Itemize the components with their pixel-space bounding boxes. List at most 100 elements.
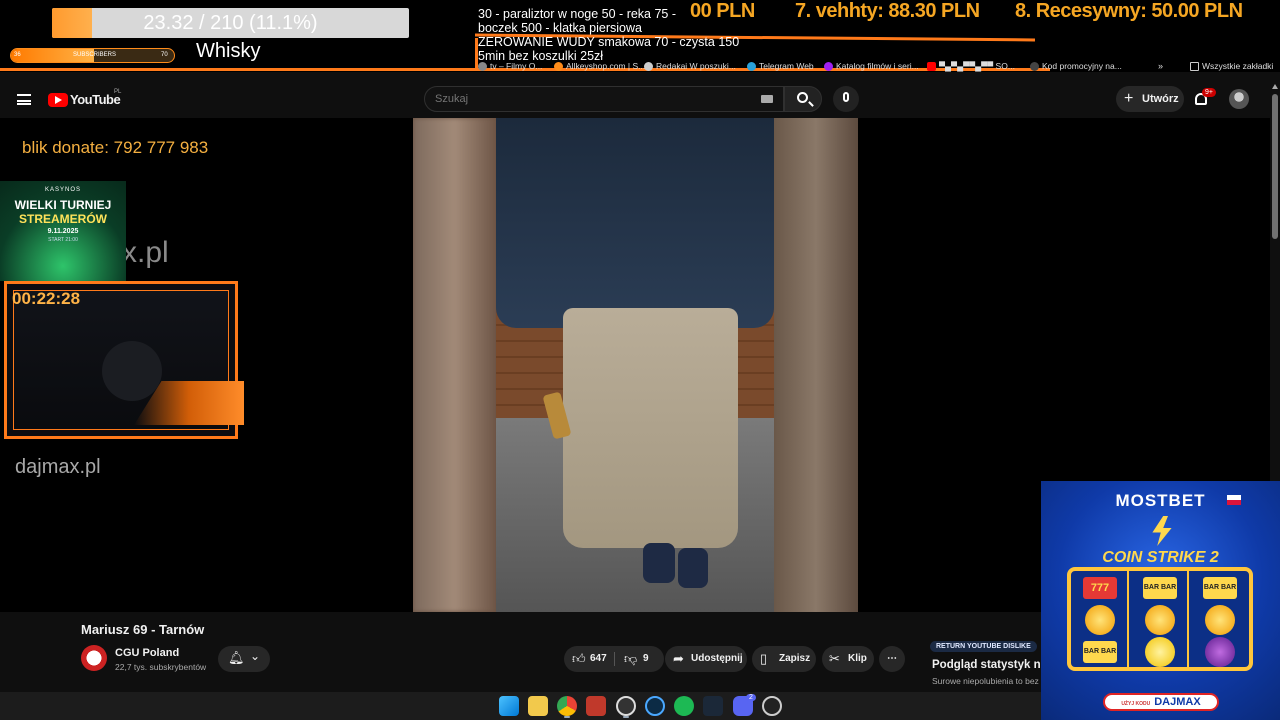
chrome-icon[interactable]: [557, 696, 577, 716]
thumbs-up-icon[interactable]: 👍︎: [572, 646, 586, 672]
save-button[interactable]: ▯ Zapisz: [752, 646, 816, 672]
reel-column: BAR BAR: [1131, 571, 1189, 667]
subscriber-goal-bar: 36 SUBSCRIBERS 70: [10, 48, 175, 63]
site-url-text: dajmax.pl: [15, 456, 101, 478]
voice-search-button[interactable]: [833, 86, 859, 112]
ad-brand: MOSTBET: [1115, 491, 1206, 510]
spotify-icon[interactable]: [674, 696, 694, 716]
film-icon: [478, 61, 487, 71]
like-count[interactable]: 647: [590, 646, 607, 672]
casino-headline-2: STREAMERÓW: [19, 212, 107, 226]
bookmark-item[interactable]: tv – Filmy O...: [478, 61, 542, 71]
bookmark-item[interactable]: Telegram Web: [747, 61, 814, 71]
clip-button[interactable]: ✂ Klip: [822, 646, 874, 672]
promo-icon: [1030, 61, 1039, 71]
video-scene-pants: [563, 308, 738, 548]
subscriber-goal-current: 36: [14, 52, 21, 58]
return-youtube-dislike-badge: RETURN YOUTUBE DISLIKE: [930, 641, 1037, 652]
channel-avatar[interactable]: [81, 645, 107, 671]
windows-taskbar: 2: [0, 692, 1041, 720]
plus-icon: +: [1124, 90, 1134, 107]
scrollbar-thumb[interactable]: [1272, 94, 1278, 239]
bookmark-item[interactable]: Allkeyshop.com | S...: [554, 61, 645, 71]
donor-ticker-item: 8. Recesywny: 50.00 PLN: [1015, 0, 1243, 22]
blik-donate-text: blik donate: 792 777 983: [22, 138, 209, 157]
file-explorer-icon[interactable]: [528, 696, 548, 716]
reel-symbol: 777: [1083, 577, 1117, 599]
bookmark-item[interactable]: ▀▄▀▄▀▀▄▀▀ SO...: [927, 61, 1015, 71]
share-button[interactable]: ➦ Udostępnij: [665, 646, 747, 672]
casino-time: START 21:00: [48, 237, 78, 243]
webcam-person: [102, 341, 162, 401]
casino-tournament-promo: KASYNOS WIELKI TURNIEJ STREAMERÓW 9.11.2…: [0, 181, 126, 281]
steam-icon[interactable]: [703, 696, 723, 716]
bell-icon: 🔔︎: [228, 650, 245, 665]
scroll-up-arrow-icon[interactable]: [1272, 84, 1278, 89]
bookmarks-overflow-chevron[interactable]: »: [1158, 61, 1163, 71]
subscriber-goal-label: SUBSCRIBERS: [73, 52, 117, 58]
search-input[interactable]: [435, 93, 735, 105]
webcam-feed: [13, 290, 244, 430]
keyboard-icon[interactable]: [761, 95, 773, 103]
more-icon: ⋯: [887, 653, 897, 664]
lightning-bolt-icon: [1152, 516, 1172, 546]
reel-column: BAR BAR: [1191, 571, 1249, 667]
microphone-icon: [843, 92, 849, 102]
reel-column: 777 BAR BAR: [1071, 571, 1129, 667]
video-player[interactable]: [413, 118, 858, 612]
subscriber-goal-target: 70: [161, 52, 168, 58]
hamburger-menu-icon[interactable]: [17, 94, 31, 105]
video-blur-fill: [413, 118, 496, 612]
bookmark-item[interactable]: Redakai W poszuki...: [644, 61, 736, 71]
redakai-icon: [644, 61, 653, 71]
donor-ticker-item: 00 PLN: [690, 0, 755, 22]
play-triangle-icon: [55, 96, 62, 104]
notifications-badge: 9+: [1202, 88, 1216, 97]
dislike-count[interactable]: 9: [643, 646, 649, 672]
youtube-small-icon: [927, 61, 936, 71]
rule-line: ZEROWANIE WUDY smakowa 70 - czysta 150: [478, 35, 740, 49]
video-blur-fill: [774, 118, 858, 612]
mostbet-ad[interactable]: MOSTBET COIN STRIKE 2 777 BAR BAR BAR BA…: [1041, 481, 1280, 720]
youtube-logo-text[interactable]: YouTube: [70, 92, 121, 107]
reel-symbol: BAR BAR: [1203, 577, 1237, 599]
catalog-icon: [824, 61, 833, 71]
bookmark-item[interactable]: Kod promocyjny na...: [1030, 61, 1122, 71]
account-avatar[interactable]: [1229, 89, 1249, 109]
youtube-header: YouTube PL + Utwórz 9+: [0, 80, 1270, 118]
edge-icon[interactable]: [645, 696, 665, 716]
subscription-bell-button[interactable]: 🔔︎ ⌄: [218, 646, 270, 672]
active-app-indicator: [564, 716, 570, 718]
reel-symbol: BAR BAR: [1143, 577, 1177, 599]
channel-name[interactable]: CGU Poland: [115, 647, 179, 659]
region-code: PL: [114, 89, 122, 95]
discord-badge: 2: [746, 694, 756, 701]
ad-promo-code-button[interactable]: UŻYJ KODU DAJMAX: [1103, 693, 1219, 711]
coin-bolt-icon: [1145, 605, 1175, 635]
more-actions-button[interactable]: ⋯: [879, 646, 905, 672]
ryd-panel-title: Podgląd statystyk ni: [932, 659, 1044, 671]
donation-goal-text: 23.32 / 210 (11.1%): [143, 12, 318, 34]
plum-icon: [1205, 637, 1235, 667]
bookmark-icon: ▯: [760, 651, 768, 666]
create-button[interactable]: + Utwórz: [1116, 86, 1184, 112]
donor-ticker-item: 7. vehhty: 88.30 PLN: [795, 0, 980, 22]
obs-icon[interactable]: [616, 696, 636, 716]
video-scene-shoe: [678, 548, 708, 588]
record-app-icon[interactable]: [586, 696, 606, 716]
bookmark-item[interactable]: Katalog filmów i seri...: [824, 61, 919, 71]
windows-start-icon[interactable]: [499, 696, 519, 716]
channel-subscriber-count: 22,7 tys. subskrybentów: [115, 662, 207, 672]
share-icon: ➦: [673, 651, 684, 666]
casino-brand: KASYNOS: [44, 187, 81, 193]
reel-symbol: BAR BAR: [1083, 641, 1117, 663]
stream-timer: 00:22:28: [12, 289, 81, 308]
video-scene-shirt: [496, 118, 774, 328]
telegram-icon: [747, 61, 756, 71]
gog-icon[interactable]: [762, 696, 782, 716]
thumbs-down-icon[interactable]: 👎︎: [624, 646, 637, 672]
search-box[interactable]: [424, 86, 784, 112]
all-bookmarks[interactable]: Wszystkie zakładki: [1190, 61, 1273, 71]
search-button[interactable]: [784, 86, 822, 112]
coin-bolt-icon: [1085, 605, 1115, 635]
